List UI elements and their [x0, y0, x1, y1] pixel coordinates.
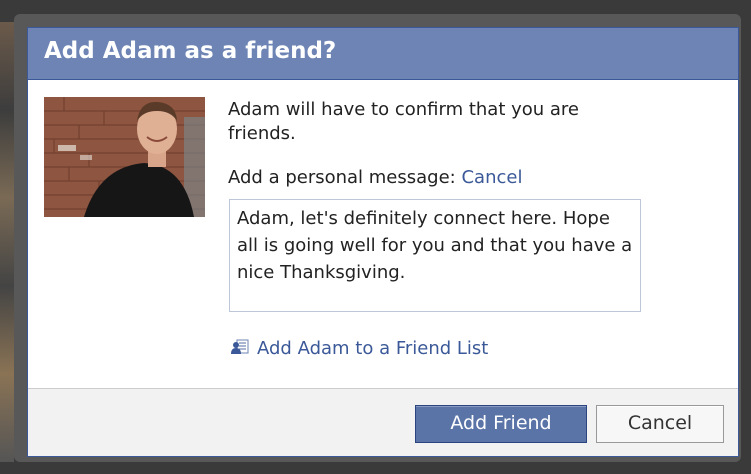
cancel-button[interactable]: Cancel: [596, 405, 724, 443]
personal-message-input[interactable]: Adam, let's definitely connect here. Hop…: [229, 199, 641, 312]
dialog-footer: Add Friend Cancel: [28, 388, 738, 456]
add-to-friend-list-link[interactable]: Add Adam to a Friend List: [231, 338, 488, 359]
friend-list-icon: [231, 339, 249, 355]
add-friend-dialog-frame: Add Adam as a friend? Adam will have to …: [14, 14, 741, 462]
profile-photo-image: [44, 97, 205, 217]
background-page-edge: [0, 22, 14, 462]
dialog-title-bar: Add Adam as a friend?: [28, 28, 738, 80]
profile-photo: [44, 97, 205, 217]
add-friend-button[interactable]: Add Friend: [415, 405, 587, 443]
friend-list-link-label: Add Adam to a Friend List: [257, 338, 489, 359]
confirm-text: Adam will have to confirm that you are f…: [228, 99, 580, 144]
cancel-message-link[interactable]: Cancel: [461, 167, 522, 188]
personal-message-row: Add a personal message: Cancel: [228, 167, 522, 188]
personal-message-label: Add a personal message:: [228, 167, 456, 188]
add-friend-dialog: Add Adam as a friend? Adam will have to …: [27, 27, 739, 457]
dialog-title: Add Adam as a friend?: [44, 38, 337, 64]
